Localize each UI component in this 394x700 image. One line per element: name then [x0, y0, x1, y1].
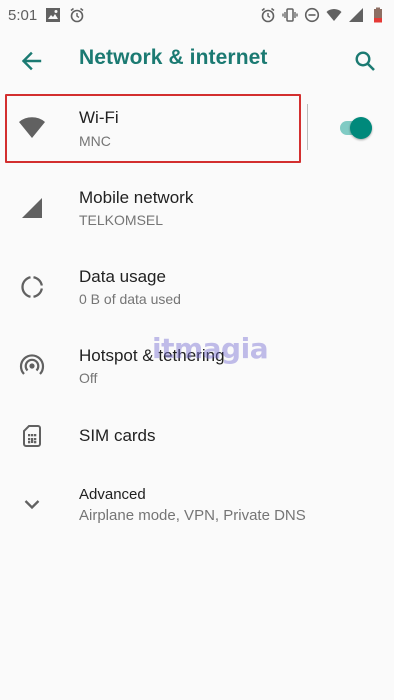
list-item-sim-cards[interactable]: SIM cards [0, 398, 394, 476]
search-icon [355, 51, 375, 71]
wifi-toggle[interactable] [338, 114, 374, 142]
alarm-icon [261, 7, 275, 23]
alarm-icon [70, 7, 84, 23]
list-item-wifi[interactable]: Wi-Fi MNC [0, 90, 394, 168]
item-title-hotspot: Hotspot & tethering [79, 346, 225, 365]
list-item-advanced[interactable]: Advanced Airplane mode, VPN, Private DNS [0, 466, 394, 544]
list-item-hotspot[interactable]: Hotspot & tethering Off [0, 328, 394, 406]
battery-low-icon [374, 7, 382, 23]
item-title-data-usage: Data usage [79, 267, 166, 286]
status-right [260, 7, 386, 23]
gallery-icon [46, 8, 61, 22]
data-usage-icon [18, 273, 46, 301]
arrow-back-icon [21, 51, 42, 71]
status-bar: 5:01 [0, 0, 394, 30]
vibrate-icon [282, 8, 298, 22]
item-summary-mobile-network: TELKOMSEL [79, 212, 164, 228]
item-title-sim-cards: SIM cards [79, 426, 156, 445]
wifi-icon [326, 9, 342, 21]
chevron-down-icon [18, 490, 46, 518]
app-bar: Network & internet [0, 30, 394, 90]
item-summary-wifi: MNC [79, 133, 111, 149]
divider [307, 104, 308, 150]
list-item-mobile-network[interactable]: Mobile network TELKOMSEL [0, 170, 394, 248]
wifi-icon [18, 114, 46, 142]
cell-signal-icon [18, 194, 46, 222]
page-title: Network & internet [79, 46, 268, 69]
item-summary-data-usage: 0 B of data used [79, 291, 181, 307]
item-summary-advanced: Airplane mode, VPN, Private DNS [79, 507, 306, 524]
hotspot-icon [18, 352, 46, 380]
signal-icon [349, 8, 363, 22]
item-summary-hotspot: Off [79, 370, 98, 386]
item-title-advanced: Advanced [79, 486, 146, 503]
toggle-thumb [350, 117, 372, 139]
status-time: 5:01 [8, 6, 38, 24]
search-button[interactable] [348, 44, 382, 78]
item-title-mobile-network: Mobile network [79, 188, 194, 207]
dnd-icon [304, 7, 320, 23]
back-button[interactable] [14, 44, 48, 78]
item-title-wifi: Wi-Fi [79, 108, 119, 127]
sim-card-icon [18, 422, 46, 450]
list-item-data-usage[interactable]: Data usage 0 B of data used [0, 249, 394, 327]
status-left: 5:01 [8, 7, 85, 24]
